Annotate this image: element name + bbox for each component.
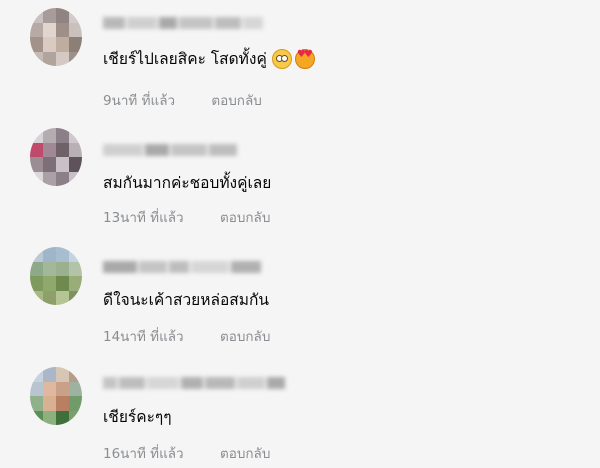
avatar[interactable] [30,247,82,305]
comment-text-row: เชียร์คะๆๆ [103,404,172,429]
comment-timestamp[interactable]: 13นาที ที่แล้ว [103,210,184,226]
author-name-blurred[interactable] [103,258,261,276]
reply-link[interactable]: ตอบกลับ [220,210,270,226]
comment-item: เชียร์คะๆๆ 16นาที ที่แล้ว ตอบกลับ [0,0,600,462]
comment-text: สมกันมากค่ะชอบทั้งคู่เลย [103,174,272,192]
comment-timestamp[interactable]: 14นาที ที่แล้ว [103,329,184,345]
comment-timestamp[interactable]: 16นาที ที่แล้ว [103,446,184,462]
comment-meta: 16นาที ที่แล้ว ตอบกลับ [103,442,270,464]
avatar[interactable] [30,128,82,186]
author-name-blurred[interactable] [103,141,237,159]
reply-link[interactable]: ตอบกลับ [220,446,270,462]
comment-text-row: สมกันมากค่ะชอบทั้งคู่เลย [103,170,271,195]
comment-meta: 13นาที ที่แล้ว ตอบกลับ [103,206,270,228]
comment-text: เชียร์คะๆๆ [103,408,172,426]
comment-text-row: ดีใจนะเค้าสวยหล่อสมกัน [103,287,269,312]
comment-meta: 14นาที ที่แล้ว ตอบกลับ [103,325,270,347]
reply-link[interactable]: ตอบกลับ [220,329,270,345]
comment-text: ดีใจนะเค้าสวยหล่อสมกัน [103,291,269,309]
avatar[interactable] [30,367,82,425]
author-name-blurred[interactable] [103,374,285,392]
